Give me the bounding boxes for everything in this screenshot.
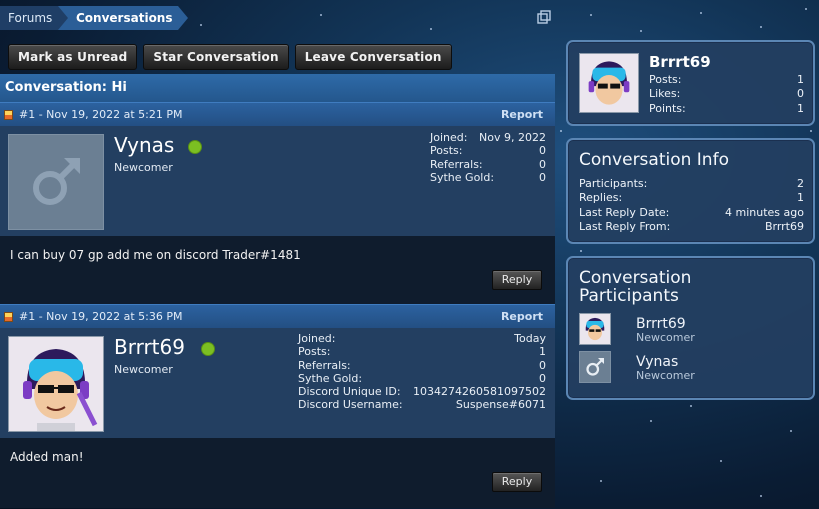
panel-title: Conversation Info [579,150,729,170]
conversation-thread: Conversation: Hi #1 - Nov 19, 2022 at 5:… [0,74,555,508]
participant-item[interactable]: Brrrt69 Newcomer [579,313,804,351]
message-body: I can buy 07 gp add me on discord Trader… [0,236,555,304]
participant-item[interactable]: Vynas Newcomer [579,351,804,389]
breadcrumb-conversations[interactable]: Conversations [58,6,188,30]
stat-row: Posts: 0 [430,144,546,158]
popout-icon[interactable] [537,10,551,24]
info-row: Last Reply From: Brrrt69 [579,219,804,234]
message-header: #1 - Nov 19, 2022 at 5:36 PM Report [0,304,555,328]
username[interactable]: Vynas [114,133,174,157]
participant-list: Brrrt69 Newcomer Vynas Newcomer [579,313,804,389]
username[interactable]: Brrrt69 [114,335,185,359]
star-conversation-button[interactable]: Star Conversation [143,44,289,70]
panel-title: Conversation Participants [579,268,692,306]
stat-row: Discord Unique ID: 1034274260581097502 [298,385,546,399]
stat-row: Discord Username: Suspense#6071 [298,398,546,412]
online-status-icon [201,342,215,356]
cartoon-avatar-icon[interactable] [579,53,639,113]
stat-row: Joined: Nov 9, 2022 [430,131,546,144]
participant-role: Newcomer [636,369,695,382]
stat-row: Sythe Gold: 0 [298,371,546,385]
user-stats: Joined: Today Posts: 1 Referrals: 0 Sythe G… [298,332,546,412]
message-text: I can buy 07 gp add me on discord Trader… [10,248,301,262]
participant-name[interactable]: Brrrt69 [636,316,695,332]
breadcrumb-forums[interactable]: Forums [0,6,68,30]
profile-stats: Posts: 1 Likes: 0 Points: 1 [649,73,804,116]
profile-stat-row: Likes: 0 [649,87,804,101]
message-flag-icon [4,311,13,322]
conversation-info-panel: Conversation Info Participants: 2 Replies… [566,138,815,244]
info-row: Replies: 1 [579,191,804,205]
breadcrumb: Forums Conversations [0,6,188,30]
info-row: Participants: 2 [579,177,804,190]
user-title: Newcomer [114,363,173,376]
stat-row: Joined: Today [298,332,546,345]
profile-stat-row: Posts: 1 [649,73,804,86]
participant-name[interactable]: Vynas [636,354,695,370]
info-row: Last Reply Date: 4 minutes ago [579,205,804,219]
message-header: #1 - Nov 19, 2022 at 5:21 PM Report [0,102,555,126]
conversation-actions: Mark as Unread Star Conversation Leave C… [8,44,452,70]
stat-row: Referrals: 0 [430,157,546,171]
leave-conversation-button[interactable]: Leave Conversation [294,44,452,70]
report-link[interactable]: Report [501,305,543,329]
cartoon-avatar-icon[interactable] [8,336,104,432]
participants-panel: Conversation Participants Brrrt69 Newcom… [566,256,815,400]
info-rows: Participants: 2 Replies: 1 Last Reply Date… [579,177,804,234]
message-body: Added man! Reply [0,438,555,508]
profile-username[interactable]: Brrrt69 [649,53,711,71]
participant-role: Newcomer [636,331,695,344]
conversation-title: Conversation: Hi [0,74,555,102]
reply-button[interactable]: Reply [492,472,542,492]
user-title: Newcomer [114,161,173,174]
message-meta: #1 - Nov 19, 2022 at 5:21 PM [19,107,183,121]
user-stats: Joined: Nov 9, 2022 Posts: 0 Referrals: 0 S… [430,131,546,184]
stat-row: Referrals: 0 [298,358,546,372]
male-symbol-icon[interactable] [579,351,611,383]
message-user-info: Brrrt69 Newcomer Joined: Today Posts: 1 Re… [0,328,555,438]
profile-stat-row: Points: 1 [649,101,804,115]
online-status-icon [188,140,202,154]
last-reply-user-link[interactable]: Brrrt69 [765,220,804,234]
report-link[interactable]: Report [501,103,543,127]
male-symbol-icon[interactable] [8,134,104,230]
stat-row: Sythe Gold: 0 [430,170,546,184]
message-meta: #1 - Nov 19, 2022 at 5:36 PM [19,309,183,323]
profile-panel: Brrrt69 Posts: 1 Likes: 0 Points: 1 [566,40,815,126]
stat-row: Posts: 1 [298,345,546,359]
mark-as-unread-button[interactable]: Mark as Unread [8,44,138,70]
reply-button[interactable]: Reply [492,270,542,290]
message-user-info: Vynas Newcomer Joined: Nov 9, 2022 Posts:… [0,126,555,236]
message-text: Added man! [10,450,84,464]
cartoon-avatar-icon[interactable] [579,313,611,345]
message-flag-icon [4,109,13,120]
